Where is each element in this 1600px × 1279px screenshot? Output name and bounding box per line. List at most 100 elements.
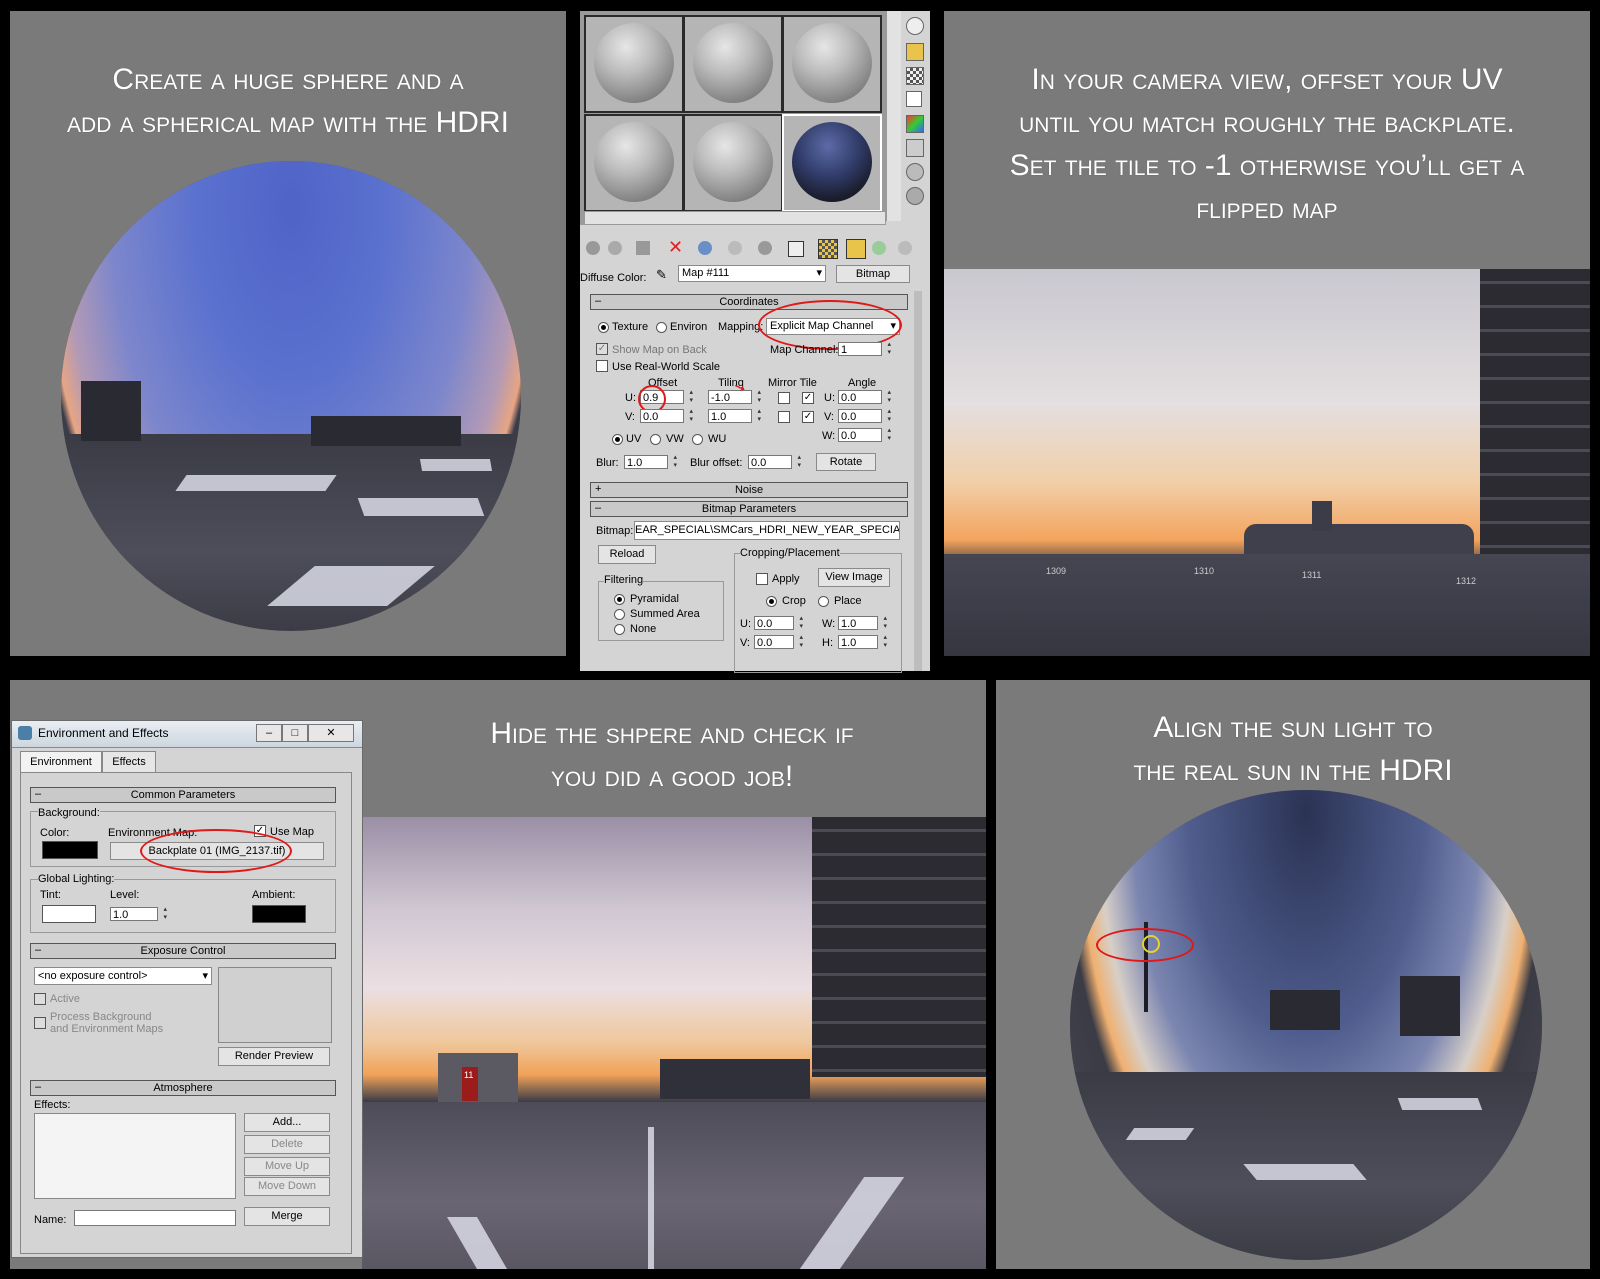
vertical-scrollbar[interactable] [886,11,901,221]
crop-v-spinner[interactable]: 0.0 [754,634,803,650]
tower-silhouette [1312,501,1332,531]
view-image-button[interactable]: View Image [818,568,890,587]
bitmap-params-rollout-header[interactable]: – Bitmap Parameters [590,501,908,517]
material-slot[interactable] [683,114,783,212]
material-slot[interactable] [782,15,882,113]
backlight-icon[interactable] [906,43,924,61]
background-color-swatch[interactable] [42,841,98,859]
chevron-down-icon[interactable]: ▾ [202,968,208,984]
delete-icon[interactable]: ✕ [668,237,683,258]
put-to-library-icon[interactable] [758,241,772,255]
minimize-button[interactable]: – [256,724,282,742]
mirror-u-checkbox[interactable] [778,392,790,404]
material-slot[interactable] [584,114,684,212]
go-to-parent-icon[interactable] [872,241,886,255]
video-color-icon[interactable] [906,115,924,133]
wu-label: WU [708,433,727,445]
move-down-button[interactable]: Move Down [244,1177,330,1196]
material-slot-hdri[interactable] [782,114,882,212]
place-radio[interactable] [818,596,829,607]
name-input[interactable] [74,1210,236,1226]
uv-radio[interactable] [612,434,623,445]
go-forward-icon[interactable] [898,241,912,255]
merge-button[interactable]: Merge [244,1207,330,1226]
apply-checkbox[interactable] [756,573,768,585]
tile-v-checkbox[interactable]: ✓ [802,411,814,423]
sample-type-icon[interactable] [906,17,924,35]
uv-tiling-icon[interactable] [906,91,922,107]
add-button[interactable]: Add... [244,1113,330,1132]
make-unique-icon[interactable] [728,241,742,255]
map-type-button[interactable]: Bitmap [836,265,910,283]
move-up-button[interactable]: Move Up [244,1157,330,1176]
angle-v-spinner[interactable]: 0.0 [838,408,891,424]
angle-w-spinner[interactable]: 0.0 [838,427,891,443]
tab-environment[interactable]: Environment [20,751,102,773]
none-radio[interactable] [614,624,625,635]
bitmap-path-button[interactable]: EAR_SPECIAL\SMCars_HDRI_NEW_YEAR_SPECIAL… [634,521,900,540]
horizontal-scrollbar[interactable] [584,211,886,225]
render-preview-button[interactable]: Render Preview [218,1047,330,1066]
hdri-sphere-render [61,161,521,631]
crop-h-spinner[interactable]: 1.0 [838,634,887,650]
material-slot[interactable] [584,15,684,113]
pyramidal-radio[interactable] [614,594,625,605]
mirror-v-checkbox[interactable] [778,411,790,423]
material-id-icon[interactable] [788,241,804,257]
exposure-control-header[interactable]: – Exposure Control [30,943,336,959]
summed-area-radio[interactable] [614,609,625,620]
options-icon[interactable] [906,163,924,181]
level-spinner[interactable]: 1.0 [110,906,167,922]
photo-label: 1312 [1456,576,1477,586]
map-channel-spinner[interactable]: 1 [838,341,891,357]
rollout-title: Exposure Control [140,945,226,957]
delete-button[interactable]: Delete [244,1135,330,1154]
put-to-scene-icon[interactable] [608,241,622,255]
show-end-result-icon[interactable] [846,239,866,259]
texture-radio[interactable] [598,322,609,333]
blur-offset-spinner[interactable]: 0.0 [748,454,801,470]
make-preview-icon[interactable] [906,139,924,157]
atmosphere-header[interactable]: – Atmosphere [30,1080,336,1096]
rotate-button[interactable]: Rotate [816,453,876,471]
blur-spinner[interactable]: 1.0 [624,454,677,470]
effects-list[interactable] [34,1113,236,1199]
common-params-header[interactable]: – Common Parameters [30,787,336,803]
vw-radio[interactable] [650,434,661,445]
chevron-down-icon[interactable]: ▾ [816,266,822,281]
maximize-button[interactable]: □ [282,724,308,742]
eyedropper-icon[interactable]: ✎ [656,267,667,283]
wu-radio[interactable] [692,434,703,445]
tiling-v-spinner[interactable]: 1.0 [708,408,761,424]
tab-effects[interactable]: Effects [102,751,156,773]
dialog-titlebar[interactable]: Environment and Effects – □ ✕ [12,721,362,748]
ambient-swatch[interactable] [252,905,306,923]
exposure-dropdown[interactable]: <no exposure control> ▾ [34,967,212,985]
active-checkbox[interactable] [34,993,46,1005]
material-slot[interactable] [683,15,783,113]
tile-u-checkbox[interactable]: ✓ [802,392,814,404]
noise-rollout-header[interactable]: + Noise [590,482,908,498]
make-copy-icon[interactable] [698,241,712,255]
show-map-on-back-checkbox[interactable]: ✓ [596,343,608,355]
background-icon[interactable] [906,67,924,85]
crop-w-spinner[interactable]: 1.0 [838,615,887,631]
map-name-field[interactable]: Map #111 ▾ [678,265,826,282]
rollout-scrollbar[interactable] [914,291,922,671]
assign-material-icon[interactable] [636,241,650,255]
show-map-icon[interactable] [818,239,838,259]
tint-swatch[interactable] [42,905,96,923]
select-by-material-icon[interactable] [906,187,924,205]
name-label: Name: [34,1214,67,1226]
angle-u-spinner[interactable]: 0.0 [838,389,891,405]
environ-radio[interactable] [656,322,667,333]
process-bg-checkbox[interactable] [34,1017,46,1029]
reload-button[interactable]: Reload [598,545,656,564]
exposure-value: <no exposure control> [38,970,148,982]
use-real-world-checkbox[interactable] [596,360,608,372]
close-button[interactable]: ✕ [308,724,354,742]
get-material-icon[interactable] [586,241,600,255]
offset-v-spinner[interactable]: 0.0 [640,408,693,424]
crop-radio[interactable] [766,596,777,607]
crop-u-spinner[interactable]: 0.0 [754,615,803,631]
